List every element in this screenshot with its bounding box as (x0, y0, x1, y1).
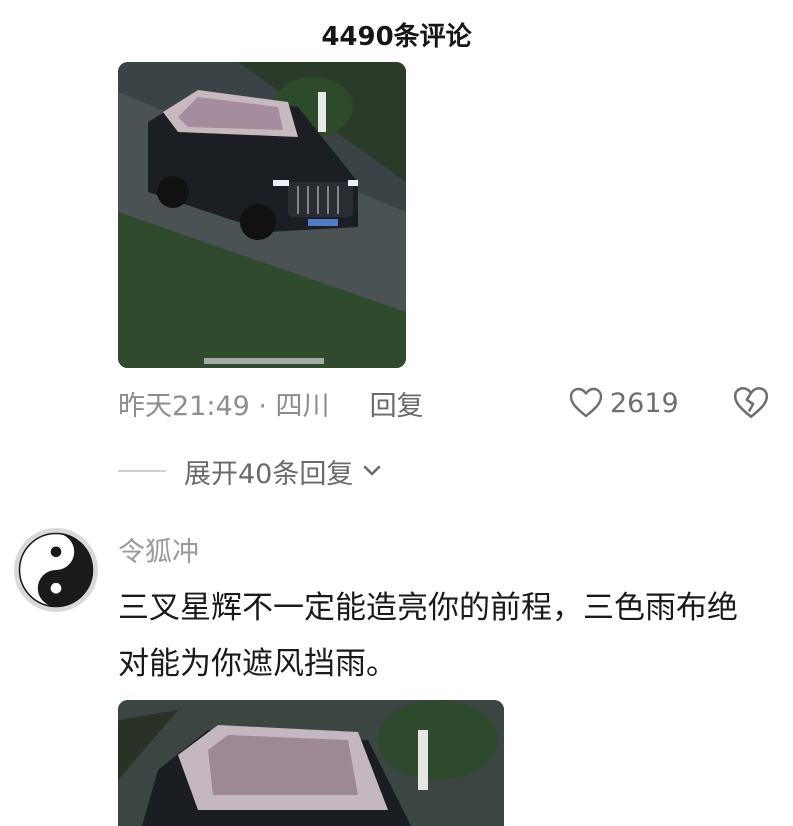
chevron-down-icon (364, 465, 381, 476)
avatar[interactable] (14, 528, 98, 612)
like-count: 2619 (610, 387, 679, 419)
expand-replies-button[interactable]: 展开40条回复 (118, 450, 385, 492)
expand-divider (118, 470, 166, 472)
comment-meta-row: 昨天21:49 · 四川 回复 2619 (118, 382, 778, 424)
like-button[interactable]: 2619 (568, 382, 679, 424)
comment-time-location: 昨天21:49 · 四川 (118, 390, 330, 422)
comment-text: 三叉星辉不一定能造亮你的前程，三色雨布绝对能为你遮风挡雨。 (118, 590, 738, 682)
reply-button[interactable]: 回复 (370, 384, 424, 423)
comment-photo[interactable] (118, 700, 504, 826)
yin-yang-icon (18, 532, 94, 608)
heart-outline-icon (569, 387, 603, 418)
comments-page: 4490条评论 昨天21:49 · 四川 回复 2619 展开40条回复 令狐冲… (0, 0, 793, 826)
expand-replies-label: 展开40条回复 (184, 458, 354, 490)
comment-username[interactable]: 令狐冲 (118, 530, 199, 569)
broken-heart-icon[interactable] (732, 384, 770, 422)
comment-photo[interactable] (118, 62, 406, 368)
car-photo-icon (118, 700, 504, 826)
comments-count-title: 4490条评论 (321, 22, 472, 52)
car-photo-icon (118, 62, 406, 368)
